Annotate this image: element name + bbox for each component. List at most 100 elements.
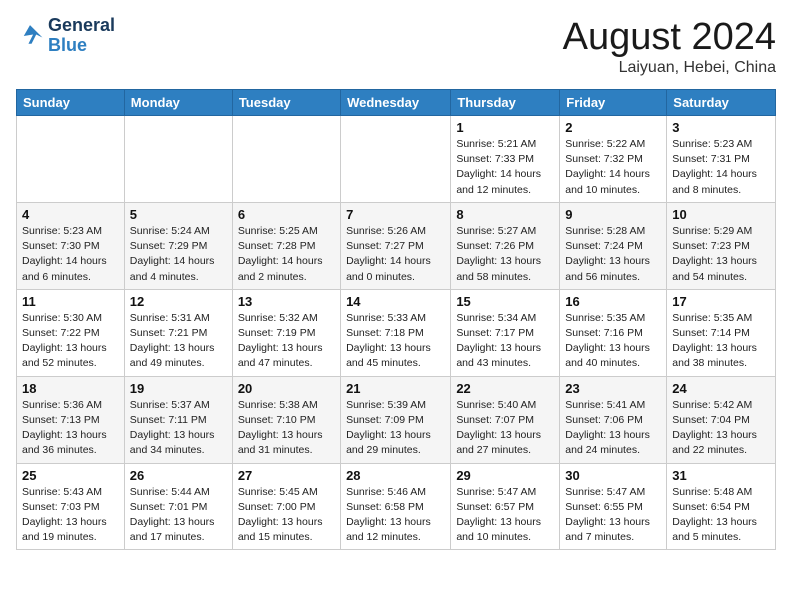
day-cell-14: 14 Sunrise: 5:33 AMSunset: 7:18 PMDayligh… [341, 289, 451, 376]
day-info: Sunrise: 5:47 AMSunset: 6:57 PMDaylight:… [456, 485, 554, 546]
day-number: 2 [565, 120, 661, 135]
day-number: 7 [346, 207, 445, 222]
day-cell-3: 3 Sunrise: 5:23 AMSunset: 7:31 PMDaylight… [667, 116, 776, 203]
day-info: Sunrise: 5:39 AMSunset: 7:09 PMDaylight:… [346, 398, 445, 459]
day-cell-23: 23 Sunrise: 5:41 AMSunset: 7:06 PMDayligh… [560, 376, 667, 463]
day-cell-2: 2 Sunrise: 5:22 AMSunset: 7:32 PMDaylight… [560, 116, 667, 203]
day-info: Sunrise: 5:36 AMSunset: 7:13 PMDaylight:… [22, 398, 119, 459]
day-cell-6: 6 Sunrise: 5:25 AMSunset: 7:28 PMDaylight… [232, 202, 340, 289]
day-cell-22: 22Sunrise: 5:40 AMSunset: 7:07 PMDayligh… [451, 376, 560, 463]
day-info: Sunrise: 5:21 AMSunset: 7:33 PMDaylight:… [456, 137, 554, 198]
month-title: August 2024 [563, 16, 776, 59]
day-cell-19: 19 Sunrise: 5:37 AMSunset: 7:11 PMDayligh… [124, 376, 232, 463]
day-cell-29: 29Sunrise: 5:47 AMSunset: 6:57 PMDayligh… [451, 463, 560, 550]
weekday-header-sunday: Sunday [17, 90, 125, 116]
weekday-header-row: SundayMondayTuesdayWednesdayThursdayFrid… [17, 90, 776, 116]
day-info: Sunrise: 5:25 AMSunset: 7:28 PMDaylight:… [238, 224, 335, 285]
day-number: 30 [565, 468, 661, 483]
day-number: 19 [130, 381, 227, 396]
day-cell-18: 18 Sunrise: 5:36 AMSunset: 7:13 PMDayligh… [17, 376, 125, 463]
day-number: 25 [22, 468, 119, 483]
day-number: 4 [22, 207, 119, 222]
day-info: Sunrise: 5:47 AMSunset: 6:55 PMDaylight:… [565, 485, 661, 546]
logo-icon [16, 22, 44, 50]
logo-text: General Blue [48, 16, 115, 56]
day-number: 3 [672, 120, 770, 135]
page-header: General Blue August 2024 Laiyuan, Hebei,… [16, 16, 776, 77]
day-cell-7: 7 Sunrise: 5:26 AMSunset: 7:27 PMDaylight… [341, 202, 451, 289]
day-number: 20 [238, 381, 335, 396]
day-cell-empty-0 [17, 116, 125, 203]
day-number: 14 [346, 294, 445, 309]
day-info: Sunrise: 5:43 AMSunset: 7:03 PMDaylight:… [22, 485, 119, 546]
day-cell-12: 12 Sunrise: 5:31 AMSunset: 7:21 PMDayligh… [124, 289, 232, 376]
day-number: 18 [22, 381, 119, 396]
day-cell-1: 1 Sunrise: 5:21 AMSunset: 7:33 PMDaylight… [451, 116, 560, 203]
location: Laiyuan, Hebei, China [563, 59, 776, 77]
day-info: Sunrise: 5:35 AMSunset: 7:14 PMDaylight:… [672, 311, 770, 372]
logo: General Blue [16, 16, 115, 56]
day-info: Sunrise: 5:22 AMSunset: 7:32 PMDaylight:… [565, 137, 661, 198]
day-info: Sunrise: 5:27 AMSunset: 7:26 PMDaylight:… [456, 224, 554, 285]
weekday-header-monday: Monday [124, 90, 232, 116]
day-number: 9 [565, 207, 661, 222]
day-info: Sunrise: 5:34 AMSunset: 7:17 PMDaylight:… [456, 311, 554, 372]
day-number: 21 [346, 381, 445, 396]
weekday-header-wednesday: Wednesday [341, 90, 451, 116]
day-cell-empty-2 [232, 116, 340, 203]
day-number: 17 [672, 294, 770, 309]
day-number: 13 [238, 294, 335, 309]
day-info: Sunrise: 5:30 AMSunset: 7:22 PMDaylight:… [22, 311, 119, 372]
weekday-header-saturday: Saturday [667, 90, 776, 116]
day-cell-empty-3 [341, 116, 451, 203]
week-row-1: 1 Sunrise: 5:21 AMSunset: 7:33 PMDaylight… [17, 116, 776, 203]
day-cell-16: 16Sunrise: 5:35 AMSunset: 7:16 PMDayligh… [560, 289, 667, 376]
day-cell-25: 25 Sunrise: 5:43 AMSunset: 7:03 PMDayligh… [17, 463, 125, 550]
day-info: Sunrise: 5:33 AMSunset: 7:18 PMDaylight:… [346, 311, 445, 372]
day-cell-20: 20Sunrise: 5:38 AMSunset: 7:10 PMDayligh… [232, 376, 340, 463]
day-cell-26: 26 Sunrise: 5:44 AMSunset: 7:01 PMDayligh… [124, 463, 232, 550]
day-info: Sunrise: 5:24 AMSunset: 7:29 PMDaylight:… [130, 224, 227, 285]
day-info: Sunrise: 5:41 AMSunset: 7:06 PMDaylight:… [565, 398, 661, 459]
day-number: 23 [565, 381, 661, 396]
day-number: 11 [22, 294, 119, 309]
day-cell-24: 24 Sunrise: 5:42 AMSunset: 7:04 PMDayligh… [667, 376, 776, 463]
weekday-header-tuesday: Tuesday [232, 90, 340, 116]
day-cell-8: 8Sunrise: 5:27 AMSunset: 7:26 PMDaylight… [451, 202, 560, 289]
day-cell-4: 4Sunrise: 5:23 AMSunset: 7:30 PMDaylight… [17, 202, 125, 289]
day-number: 1 [456, 120, 554, 135]
day-cell-28: 28 Sunrise: 5:46 AMSunset: 6:58 PMDayligh… [341, 463, 451, 550]
day-number: 27 [238, 468, 335, 483]
day-number: 22 [456, 381, 554, 396]
day-info: Sunrise: 5:37 AMSunset: 7:11 PMDaylight:… [130, 398, 227, 459]
day-info: Sunrise: 5:46 AMSunset: 6:58 PMDaylight:… [346, 485, 445, 546]
day-info: Sunrise: 5:44 AMSunset: 7:01 PMDaylight:… [130, 485, 227, 546]
day-cell-17: 17 Sunrise: 5:35 AMSunset: 7:14 PMDayligh… [667, 289, 776, 376]
day-cell-10: 10Sunrise: 5:29 AMSunset: 7:23 PMDayligh… [667, 202, 776, 289]
day-cell-31: 31Sunrise: 5:48 AMSunset: 6:54 PMDayligh… [667, 463, 776, 550]
day-number: 6 [238, 207, 335, 222]
day-number: 26 [130, 468, 227, 483]
day-number: 24 [672, 381, 770, 396]
day-cell-9: 9 Sunrise: 5:28 AMSunset: 7:24 PMDaylight… [560, 202, 667, 289]
day-info: Sunrise: 5:26 AMSunset: 7:27 PMDaylight:… [346, 224, 445, 285]
week-row-5: 25 Sunrise: 5:43 AMSunset: 7:03 PMDayligh… [17, 463, 776, 550]
day-info: Sunrise: 5:32 AMSunset: 7:19 PMDaylight:… [238, 311, 335, 372]
day-cell-15: 15 Sunrise: 5:34 AMSunset: 7:17 PMDayligh… [451, 289, 560, 376]
day-info: Sunrise: 5:31 AMSunset: 7:21 PMDaylight:… [130, 311, 227, 372]
day-cell-11: 11 Sunrise: 5:30 AMSunset: 7:22 PMDayligh… [17, 289, 125, 376]
weekday-header-thursday: Thursday [451, 90, 560, 116]
day-number: 28 [346, 468, 445, 483]
day-number: 15 [456, 294, 554, 309]
day-number: 10 [672, 207, 770, 222]
day-info: Sunrise: 5:42 AMSunset: 7:04 PMDaylight:… [672, 398, 770, 459]
calendar-body: 1 Sunrise: 5:21 AMSunset: 7:33 PMDaylight… [17, 116, 776, 550]
day-info: Sunrise: 5:45 AMSunset: 7:00 PMDaylight:… [238, 485, 335, 546]
day-cell-30: 30 Sunrise: 5:47 AMSunset: 6:55 PMDayligh… [560, 463, 667, 550]
day-info: Sunrise: 5:28 AMSunset: 7:24 PMDaylight:… [565, 224, 661, 285]
day-number: 31 [672, 468, 770, 483]
day-info: Sunrise: 5:23 AMSunset: 7:31 PMDaylight:… [672, 137, 770, 198]
day-number: 12 [130, 294, 227, 309]
title-area: August 2024 Laiyuan, Hebei, China [563, 16, 776, 77]
weekday-header-friday: Friday [560, 90, 667, 116]
